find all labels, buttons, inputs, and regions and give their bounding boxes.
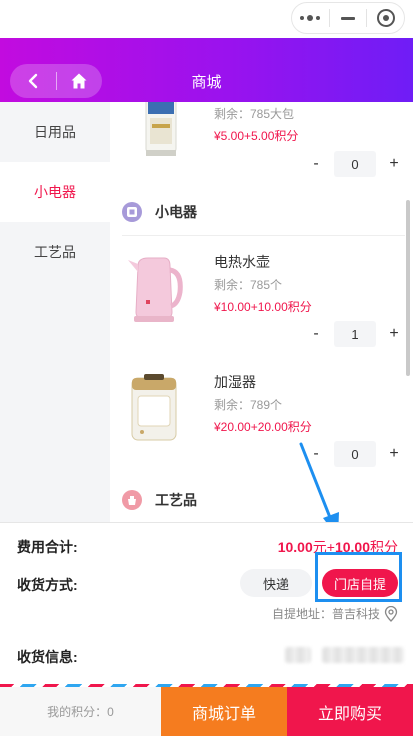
increase-button[interactable]: + <box>386 325 402 343</box>
minimize-button[interactable] <box>330 3 367 33</box>
category-title: 小电器 <box>155 204 197 220</box>
category-title: 工艺品 <box>155 492 197 508</box>
product-name: 加湿器 <box>214 374 256 390</box>
decrease-button[interactable]: - <box>308 445 324 463</box>
miniprogram-capsule <box>291 2 405 34</box>
sidebar-item-label: 小电器 <box>34 184 76 200</box>
craft-category-icon <box>122 490 142 510</box>
decrease-button[interactable]: - <box>308 155 324 173</box>
sidebar-item-crafts[interactable]: 工艺品 <box>0 222 110 282</box>
product-item[interactable]: 电热水壶 剩余：785个 ¥10.00+10.00积分 - 1 + <box>110 242 413 352</box>
product-stock: 剩余：789个 <box>214 398 283 412</box>
delivery-option-express[interactable]: 快递 <box>240 569 312 597</box>
sidebar-item-label: 日用品 <box>34 124 76 140</box>
product-image <box>140 102 184 160</box>
fee-amount: 10.00 <box>277 539 313 555</box>
annotation-highlight-box <box>315 552 402 602</box>
order-summary: 费用合计: 10.00元+10.00积分 收货方式: 快递 门店自提 自提地址：… <box>0 522 413 684</box>
quantity-stepper: - 0 + <box>308 151 404 177</box>
receiver-label: 收货信息: <box>17 649 78 665</box>
bottom-action-bar: 我的积分：0 商城订单 立即购买 <box>0 687 413 736</box>
sidebar-item-label: 工艺品 <box>34 244 76 260</box>
increase-button[interactable]: + <box>386 155 402 173</box>
increase-button[interactable]: + <box>386 445 402 463</box>
product-price: ¥5.00+5.00积分 <box>214 129 299 143</box>
top-status-bar <box>0 0 413 38</box>
product-stock: 剩余：785大包 <box>214 107 295 121</box>
product-item[interactable]: 加湿器 剩余：789个 ¥20.00+20.00积分 - 0 + <box>110 362 413 472</box>
product-image <box>124 370 184 444</box>
pickup-address-text: 自提地址：普吉科技 <box>271 607 380 621</box>
product-name: 电热水壶 <box>214 254 270 270</box>
decrease-button[interactable]: - <box>308 325 324 343</box>
product-image <box>124 252 184 326</box>
receiver-name-redacted[interactable] <box>285 647 311 663</box>
minimize-icon <box>341 16 355 20</box>
category-header-crafts: 工艺品 <box>122 488 197 512</box>
quantity-value[interactable]: 0 <box>334 441 376 467</box>
more-button[interactable] <box>292 3 329 33</box>
close-button[interactable] <box>367 3 404 33</box>
product-price: ¥10.00+10.00积分 <box>214 300 312 314</box>
my-points: 我的积分：0 <box>0 687 161 736</box>
delivery-label: 收货方式: <box>17 577 78 593</box>
product-list[interactable]: 剩余：785大包 ¥5.00+5.00积分 - 0 + 小电器 电热水壶 剩余：… <box>110 102 413 522</box>
more-dots-icon <box>300 15 321 21</box>
quantity-stepper: - 1 + <box>308 321 404 347</box>
product-stock: 剩余：785个 <box>214 278 283 292</box>
list-scrollbar[interactable] <box>406 200 410 376</box>
quantity-stepper: - 0 + <box>308 441 404 467</box>
quantity-value[interactable]: 1 <box>334 321 376 347</box>
mall-order-button[interactable]: 商城订单 <box>161 687 287 736</box>
page-title: 商城 <box>191 74 222 91</box>
page-header: 商城 <box>0 38 413 102</box>
product-item: 剩余：785大包 ¥5.00+5.00积分 - 0 + <box>110 102 413 188</box>
category-header-appliances: 小电器 <box>122 200 197 224</box>
sidebar-item-daily[interactable]: 日用品 <box>0 102 110 162</box>
location-pin-icon <box>384 605 398 622</box>
close-target-icon <box>376 9 395 27</box>
category-sidebar: 日用品 小电器 工艺品 <box>0 102 110 522</box>
receiver-phone-redacted[interactable] <box>322 647 404 663</box>
appliance-category-icon <box>122 202 142 222</box>
pickup-address[interactable]: 自提地址：普吉科技 <box>272 605 398 622</box>
buy-now-button[interactable]: 立即购买 <box>287 687 413 736</box>
fee-label: 费用合计: <box>17 539 78 555</box>
product-price: ¥20.00+20.00积分 <box>214 420 312 434</box>
sidebar-item-appliances[interactable]: 小电器 <box>0 162 110 222</box>
quantity-value[interactable]: 0 <box>334 151 376 177</box>
